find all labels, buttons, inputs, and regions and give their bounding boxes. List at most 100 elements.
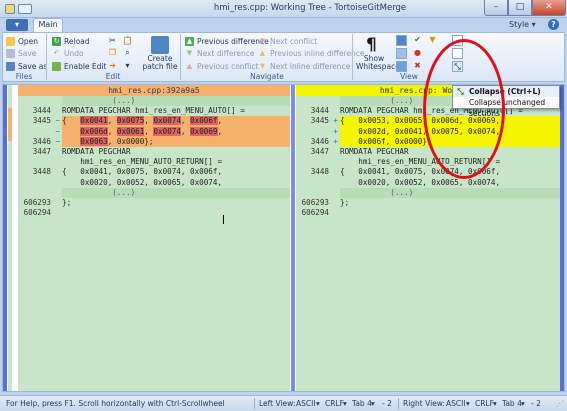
- line-marker: [53, 197, 62, 209]
- edit-icon: [52, 62, 61, 71]
- diff-line[interactable]: 3445−{ 0x0041, 0x0075, 0x0074, 0x006f,: [18, 116, 290, 127]
- diff-line[interactable]: 3446− 0x0063, 0x0000};: [18, 136, 290, 147]
- enable-edit-button[interactable]: Enable Edit: [52, 61, 106, 72]
- right-eol-select[interactable]: CRLF: [475, 399, 494, 408]
- save-as-icon: [6, 62, 15, 71]
- chevron-down-icon[interactable]: ▾: [493, 399, 497, 408]
- left-pane-lines: (...) 3444 ROMDATA PEGCHAR hmi_res_en_MENU…: [18, 96, 290, 219]
- check-icon[interactable]: ✔: [412, 35, 423, 46]
- line-marker: [331, 177, 340, 188]
- chevron-down-icon[interactable]: ▾: [521, 399, 525, 408]
- left-locator-bar[interactable]: [3, 85, 7, 391]
- ignore-case-icon[interactable]: ●: [412, 48, 423, 59]
- line-number: [18, 187, 53, 198]
- paste-icon[interactable]: 📋: [122, 36, 133, 47]
- removed-marker-icon: −: [53, 126, 62, 137]
- app-menu-button[interactable]: ▾: [6, 19, 28, 31]
- diff-line[interactable]: − 0x006d, 0x0061, 0x0074, 0x0069,: [18, 126, 290, 137]
- next-conflict-button[interactable]: ▼ Next conflict: [258, 36, 317, 47]
- diff-line[interactable]: (...): [18, 96, 290, 107]
- filter-icon[interactable]: ▼: [427, 35, 438, 46]
- diff-line[interactable]: (...): [296, 187, 560, 198]
- tab-main[interactable]: Main: [33, 18, 63, 32]
- diff-line[interactable]: 3448{ 0x0041, 0x0075, 0x0074, 0x006f,: [296, 167, 560, 178]
- chevron-down-icon[interactable]: ▾: [466, 399, 470, 408]
- chevron-down-icon[interactable]: ▾: [371, 399, 375, 408]
- line-number: 3448: [296, 167, 331, 178]
- added-marker-icon: +: [331, 126, 340, 137]
- previous-difference-button[interactable]: ▲ Previous difference: [185, 36, 269, 47]
- left-tab-select[interactable]: Tab 4: [352, 399, 372, 408]
- chevron-down-icon[interactable]: ▾: [316, 399, 320, 408]
- diff-line[interactable]: hmi_res_en_MENU_AUTO_RETURN[] =: [296, 157, 560, 168]
- two-pane-view-icon[interactable]: [396, 48, 407, 59]
- text-cursor: [223, 215, 224, 224]
- next-inline-difference-button[interactable]: ▼ Next inline difference: [258, 61, 350, 72]
- save-as-button[interactable]: Save as: [6, 61, 47, 72]
- use-block-icon[interactable]: ➜: [107, 61, 118, 72]
- app-icon[interactable]: [5, 4, 15, 14]
- line-number: 3447: [296, 146, 331, 158]
- middle-locator-bar[interactable]: [291, 85, 295, 391]
- line-text: 0x006d, 0x0061, 0x0074, 0x0069,: [62, 126, 290, 137]
- line-number: [296, 187, 331, 198]
- cut-icon[interactable]: ✂: [107, 36, 118, 47]
- diff-line[interactable]: 3447 ROMDATA PEGCHAR: [296, 146, 560, 158]
- open-button[interactable]: Open: [6, 36, 38, 47]
- added-marker-icon: +: [331, 116, 340, 127]
- next-difference-button[interactable]: ▼ Next difference: [185, 48, 255, 59]
- left-eol-select[interactable]: CRLF: [325, 399, 344, 408]
- resize-grip-icon[interactable]: ⋰: [556, 399, 564, 408]
- reload-button[interactable]: ↻ Reload: [52, 36, 90, 47]
- diff-line[interactable]: 0x0020, 0x0052, 0x0065, 0x0074,: [18, 177, 290, 188]
- line-number: 3445: [18, 116, 53, 127]
- diff-line[interactable]: 0x0020, 0x0052, 0x0065, 0x0074,: [296, 177, 560, 188]
- diff-line[interactable]: hmi_res_en_MENU_AUTO_RETURN[] =: [18, 157, 290, 168]
- right-tab-select[interactable]: Tab 4: [502, 399, 522, 408]
- line-marker: [331, 167, 340, 178]
- previous-inline-difference-button[interactable]: ▲ Previous inline difference: [258, 48, 365, 59]
- copy-icon[interactable]: ❐: [107, 48, 118, 59]
- diff-line[interactable]: 606293};: [18, 197, 290, 209]
- close-button[interactable]: ✕: [532, 0, 566, 16]
- diff-line[interactable]: 606293};: [296, 197, 560, 209]
- create-patch-icon[interactable]: [151, 36, 169, 54]
- diff-line[interactable]: 606294: [18, 208, 290, 219]
- diff-line[interactable]: 3448{ 0x0041, 0x0075, 0x0074, 0x006f,: [18, 167, 290, 178]
- line-number: [296, 96, 331, 107]
- left-pane[interactable]: hmi_res.cpp:392a9a5 (...) 3444 ROMDATA PEG…: [18, 85, 290, 391]
- undo-icon: ↶: [53, 49, 60, 57]
- save-button[interactable]: Save: [6, 48, 36, 59]
- right-locator-bar[interactable]: [560, 85, 564, 391]
- line-number: [296, 126, 331, 137]
- diff-line[interactable]: 3444 ROMDATA PEGCHAR hmi_res_en_MENU_AUTO…: [18, 106, 290, 117]
- diff-line[interactable]: 3447 ROMDATA PEGCHAR: [18, 146, 290, 158]
- divider: [180, 34, 181, 80]
- find-icon[interactable]: ⌕: [122, 48, 133, 59]
- divider: [398, 398, 399, 409]
- style-menu[interactable]: Style ▾: [509, 20, 536, 29]
- left-encoding-select[interactable]: ASCII: [296, 399, 316, 408]
- previous-conflict-button[interactable]: ▲ Previous conflict: [185, 61, 259, 72]
- chevron-down-icon[interactable]: ▾: [343, 399, 347, 408]
- x-icon[interactable]: ✖: [412, 61, 423, 72]
- line-number: [18, 157, 53, 168]
- diff-line[interactable]: 606294: [296, 208, 560, 219]
- help-icon[interactable]: ?: [548, 19, 559, 30]
- create-patch-button[interactable]: Create patch file: [142, 55, 178, 71]
- pilcrow-icon[interactable]: ¶: [366, 35, 377, 55]
- diff-line[interactable]: (...): [18, 187, 290, 198]
- three-pane-view-icon[interactable]: [396, 61, 407, 72]
- maximize-button[interactable]: □: [508, 0, 532, 16]
- dropdown-icon[interactable]: ▾: [122, 61, 133, 72]
- line-number: 3444: [18, 106, 53, 117]
- one-pane-view-icon[interactable]: [396, 35, 407, 46]
- minimize-button[interactable]: –: [484, 0, 508, 16]
- quick-access-icon[interactable]: [18, 4, 32, 14]
- arrow-down-icon: ▼: [259, 62, 266, 70]
- show-whitespaces-button[interactable]: Show Whitespaces: [356, 55, 404, 71]
- undo-button[interactable]: ↶ Undo: [52, 48, 84, 59]
- line-number: 606293: [18, 197, 53, 209]
- right-encoding-select[interactable]: ASCII: [446, 399, 466, 408]
- left-diff-count: - 2: [382, 399, 392, 408]
